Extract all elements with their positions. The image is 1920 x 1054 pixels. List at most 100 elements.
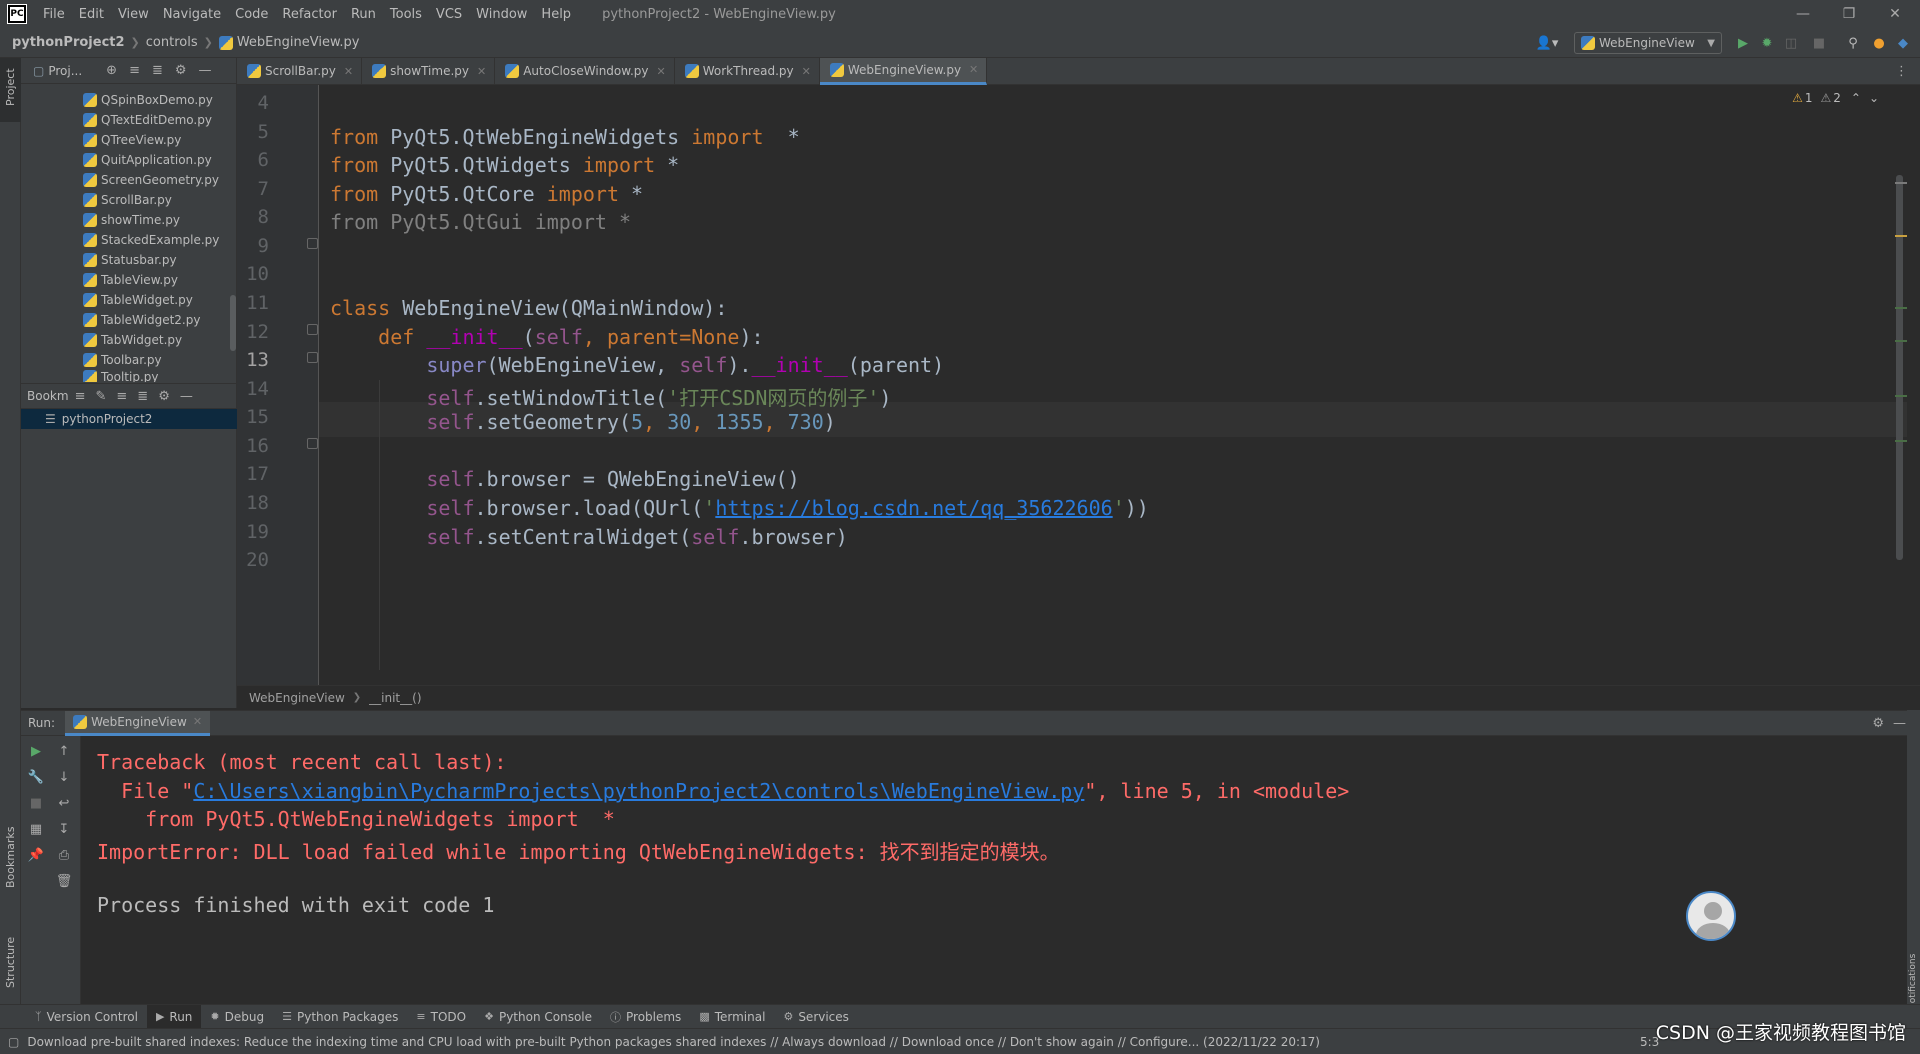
bookmarks-title[interactable]: Bookm — [27, 389, 69, 403]
bookmark-item[interactable]: ☰ pythonProject2 — [21, 409, 237, 429]
project-panel-title[interactable]: Proj... — [48, 64, 82, 78]
breadcrumb-folder[interactable]: controls — [146, 35, 198, 50]
rerun-icon[interactable]: ▶ — [27, 742, 45, 760]
list-item[interactable]: QTreeView.py — [83, 130, 181, 150]
list-item[interactable]: Statusbar.py — [83, 250, 177, 270]
layout-icon[interactable]: ▦ — [27, 820, 45, 838]
restore-icon[interactable]: ❐ — [1826, 0, 1872, 28]
status-message[interactable]: Download pre-built shared indexes: Reduc… — [27, 1035, 1320, 1049]
more-tabs-icon[interactable]: ⋮ — [1895, 64, 1908, 79]
search-icon[interactable]: ⚲ — [1844, 34, 1862, 52]
hide-icon[interactable]: — — [180, 389, 193, 404]
menu-navigate[interactable]: Navigate — [156, 7, 228, 22]
up-arrow-icon[interactable]: ↑ — [55, 742, 73, 760]
list-item[interactable]: QTextEditDemo.py — [83, 110, 212, 130]
tool-python-packages[interactable]: ☰ Python Packages — [273, 1005, 407, 1029]
run-icon[interactable]: ▶ — [1734, 34, 1752, 52]
expand-all-icon[interactable]: ≡ — [129, 63, 140, 78]
menu-vcs[interactable]: VCS — [429, 7, 469, 22]
list-item[interactable]: TableWidget2.py — [83, 310, 200, 330]
stop-icon[interactable]: ■ — [27, 794, 45, 812]
project-tool-label[interactable]: Project — [4, 68, 17, 106]
gear-icon[interactable]: ⚙ — [1872, 716, 1884, 731]
hide-icon[interactable]: — — [1893, 716, 1906, 731]
menu-edit[interactable]: Edit — [72, 7, 111, 22]
close-icon[interactable]: ✕ — [657, 65, 666, 78]
breadcrumb-project[interactable]: pythonProject2 — [12, 35, 125, 50]
collapse-all-icon[interactable]: ≣ — [152, 63, 163, 78]
user-icon[interactable]: 👤▾ — [1532, 34, 1562, 52]
plugin-icon[interactable]: ◆ — [1894, 34, 1912, 52]
print-icon[interactable]: ⎙ — [55, 846, 73, 864]
tab-scrollbar[interactable]: ScrollBar.py ✕ — [237, 57, 363, 85]
list-item[interactable]: Toolbar.py — [83, 350, 162, 370]
menu-view[interactable]: View — [111, 7, 156, 22]
menu-tools[interactable]: Tools — [383, 7, 429, 22]
run-console[interactable]: Traceback (most recent call last): File … — [81, 736, 1907, 1022]
project-scrollbar[interactable] — [230, 295, 236, 351]
avatar[interactable] — [1686, 891, 1736, 941]
list-item[interactable]: showTime.py — [83, 210, 180, 230]
menu-code[interactable]: Code — [228, 7, 275, 22]
trash-icon[interactable]: 🗑 — [55, 872, 73, 890]
list-item[interactable]: Tooltip.py — [83, 370, 159, 382]
stop-icon[interactable]: ■ — [1810, 34, 1828, 52]
editor-scrollbar[interactable] — [1896, 175, 1903, 560]
fold-marker-icon[interactable] — [307, 352, 318, 363]
close-icon[interactable]: ✕ — [344, 65, 353, 78]
collapse-all-icon[interactable]: ≣ — [137, 389, 148, 404]
tool-todo[interactable]: ≡ TODO — [407, 1005, 475, 1029]
close-icon[interactable]: ✕ — [802, 65, 811, 78]
menu-file[interactable]: File — [36, 7, 72, 22]
scroll-to-end-icon[interactable]: ↧ — [55, 820, 73, 838]
menu-help[interactable]: Help — [534, 7, 578, 22]
notifications-tool-label[interactable]: Notifications — [1908, 954, 1918, 1010]
tool-problems[interactable]: ⓘ Problems — [601, 1005, 690, 1029]
list-item[interactable]: QSpinBoxDemo.py — [83, 90, 213, 110]
edit-icon[interactable]: ✎ — [95, 389, 106, 404]
close-icon[interactable]: ✕ — [193, 715, 202, 728]
hide-icon[interactable]: — — [199, 63, 212, 78]
down-arrow-icon[interactable]: ↓ — [55, 768, 73, 786]
chevron-down-icon[interactable]: ⌄ — [1869, 91, 1879, 105]
tool-python-console[interactable]: ❖ Python Console — [475, 1005, 601, 1029]
fold-marker-icon[interactable] — [307, 238, 318, 249]
fold-marker-icon[interactable] — [307, 324, 318, 335]
run-tab[interactable]: WebEngineView ✕ — [65, 710, 211, 736]
bookmarks-tool-label[interactable]: Bookmarks — [4, 827, 17, 888]
list-item[interactable]: TableWidget.py — [83, 290, 193, 310]
close-icon[interactable]: ✕ — [1872, 0, 1918, 28]
pin-icon[interactable]: 📌 — [27, 846, 45, 864]
tool-services[interactable]: ⚙ Services — [774, 1005, 857, 1029]
gear-icon[interactable]: ⚙ — [175, 63, 187, 78]
list-item[interactable]: TableView.py — [83, 270, 178, 290]
fold-marker-icon[interactable] — [307, 438, 318, 449]
structure-tool-label[interactable]: Structure — [4, 937, 17, 988]
tool-debug[interactable]: ✹ Debug — [201, 1005, 273, 1029]
close-icon[interactable]: ✕ — [477, 65, 486, 78]
close-icon[interactable]: ✕ — [969, 63, 978, 76]
list-item[interactable]: QuitApplication.py — [83, 150, 212, 170]
url-link[interactable]: https://blog.csdn.net/qq_35622606 — [715, 496, 1112, 520]
breadcrumb-class[interactable]: WebEngineView — [249, 691, 345, 705]
expand-all-icon[interactable]: ≡ — [116, 389, 127, 404]
breadcrumb-method[interactable]: __init__() — [369, 691, 421, 705]
tab-autoclosewindow[interactable]: AutoCloseWindow.py ✕ — [495, 57, 675, 85]
tool-version-control[interactable]: ᛉ Version Control — [26, 1005, 147, 1029]
breadcrumb-file[interactable]: WebEngineView.py — [237, 35, 360, 50]
update-icon[interactable]: ● — [1870, 34, 1888, 52]
list-item[interactable]: TabWidget.py — [83, 330, 182, 350]
soft-wrap-icon[interactable]: ↩ — [55, 794, 73, 812]
minimize-icon[interactable]: — — [1780, 0, 1826, 28]
tab-webengineview[interactable]: WebEngineView.py ✕ — [819, 57, 988, 85]
bookmark-list-icon[interactable]: ≡ — [75, 389, 86, 404]
locate-icon[interactable]: ⊕ — [106, 63, 117, 78]
gear-icon[interactable]: ⚙ — [158, 389, 170, 404]
list-item[interactable]: StackedExample.py — [83, 230, 219, 250]
list-item[interactable]: ScreenGeometry.py — [83, 170, 219, 190]
menu-run[interactable]: Run — [344, 7, 383, 22]
menu-window[interactable]: Window — [469, 7, 534, 22]
tool-run[interactable]: ▶ Run — [146, 1004, 202, 1029]
coverage-icon[interactable]: ◫ — [1782, 34, 1800, 52]
chevron-up-icon[interactable]: ⌃ — [1851, 91, 1861, 105]
